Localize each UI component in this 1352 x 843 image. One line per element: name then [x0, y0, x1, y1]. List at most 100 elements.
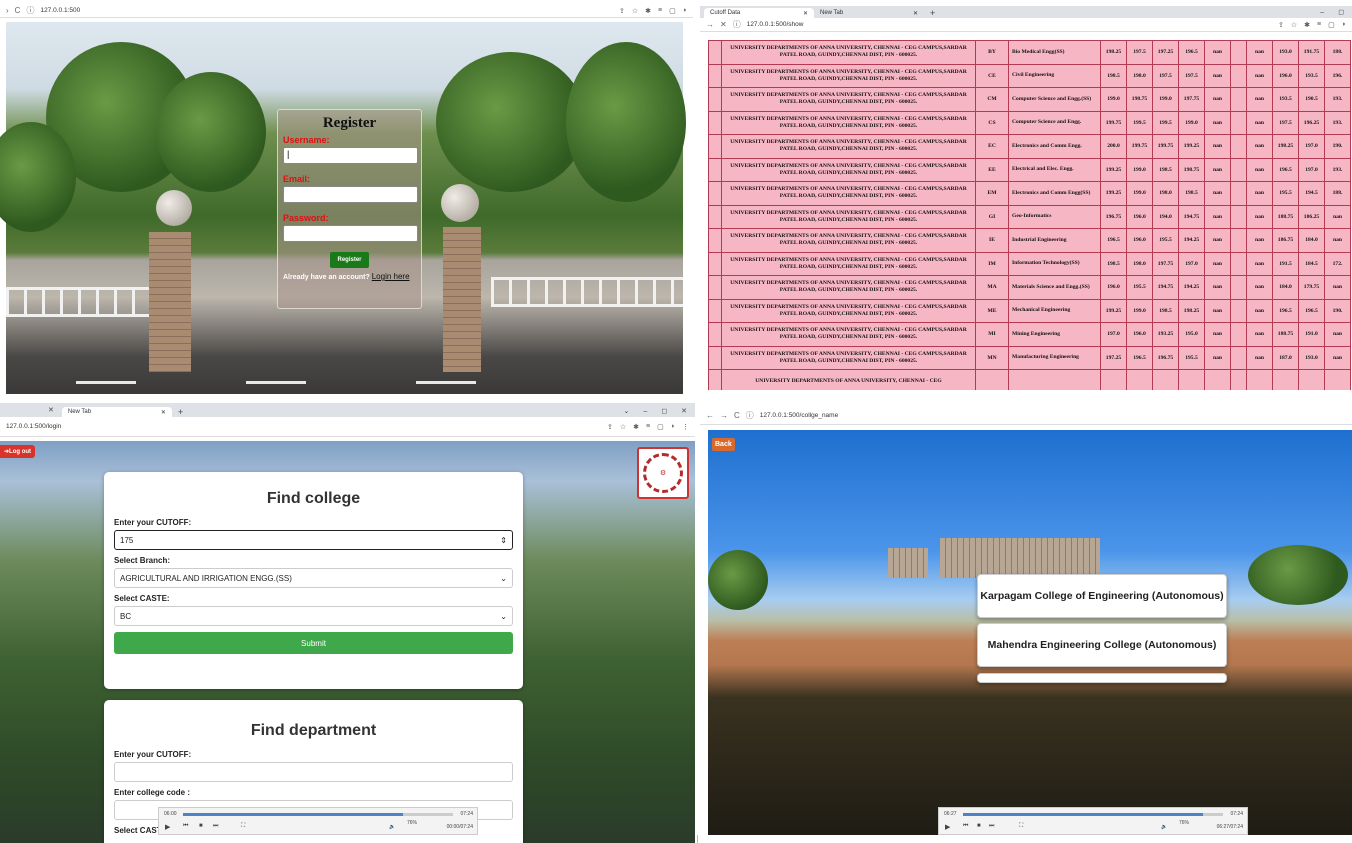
extensions-icon[interactable]: ✱ — [1304, 21, 1310, 29]
submit-button[interactable]: Submit — [114, 632, 513, 654]
address-bar[interactable]: ← → C ⓘ 127.0.0.1:500/collge_name — [700, 407, 1352, 425]
volume-icon[interactable]: 🔉 — [1161, 824, 1167, 830]
profile-icon[interactable]: ◗ — [671, 423, 675, 431]
forward-icon[interactable]: → — [720, 411, 728, 420]
extensions-icon[interactable]: ✱ — [645, 7, 651, 15]
next-icon[interactable]: ⏭ — [213, 823, 218, 830]
sidepanel-icon[interactable]: ▢ — [657, 423, 664, 431]
share-icon[interactable]: ⇪ — [1278, 21, 1284, 29]
username-input[interactable]: | — [283, 147, 418, 164]
address-bar[interactable]: 127.0.0.1:500/login ⇪ ☆ ✱ ≡ ▢ ◗ ⋮ — [0, 417, 695, 437]
new-tab-icon[interactable]: + — [172, 407, 189, 417]
extensions-icon[interactable]: ✱ — [633, 423, 639, 431]
table-cell: UNIVERSITY DEPARTMENTS OF ANNA UNIVERSIT… — [721, 204, 976, 229]
profile-icon[interactable]: ◗ — [683, 7, 687, 15]
table-cell: 190. — [1324, 298, 1351, 323]
chevron-down-icon[interactable]: ⌄ — [624, 407, 630, 417]
star-icon[interactable]: ☆ — [632, 7, 638, 15]
close-icon[interactable]: ✕ — [4, 405, 62, 417]
sidepanel-icon[interactable]: ▢ — [1328, 21, 1335, 29]
address-bar[interactable]: → ✕ ⓘ 127.0.0.1:500/show ⇪ ☆ ✱ ≡ ▢ ◗ — [700, 18, 1352, 32]
stop-icon[interactable]: ✕ — [720, 20, 727, 29]
table-cell: nan — [1246, 345, 1273, 370]
table-cell: UNIVERSITY DEPARTMENTS OF ANNA UNIVERSIT… — [721, 110, 976, 135]
back-arrow-icon[interactable]: ← — [706, 411, 714, 420]
previous-icon[interactable]: ⏮ — [963, 823, 968, 830]
table-cell: 194.25 — [1178, 228, 1205, 253]
share-icon[interactable]: ⇪ — [607, 423, 613, 431]
url-text[interactable]: 127.0.0.1:500 — [40, 7, 613, 14]
password-input[interactable] — [283, 225, 418, 242]
sidepanel-icon[interactable]: ▢ — [669, 7, 676, 15]
fullscreen-icon[interactable]: ⛶ — [1019, 823, 1023, 830]
close-icon[interactable]: ✕ — [161, 409, 166, 416]
stop-icon[interactable]: ■ — [977, 823, 981, 829]
caste-select[interactable]: BC ⌄ — [114, 606, 513, 626]
table-row: UNIVERSITY DEPARTMENTS OF ANNA UNIVERSIT… — [708, 251, 1351, 276]
table-cell — [1324, 369, 1351, 390]
tab-new[interactable]: New Tab ✕ — [814, 8, 924, 18]
college-result-2[interactable]: Mahendra Engineering College (Autonomous… — [977, 623, 1227, 667]
dept-cutoff-input[interactable] — [114, 762, 513, 782]
email-input[interactable] — [283, 186, 418, 203]
minimize-icon[interactable]: – — [643, 407, 647, 417]
forward-icon[interactable]: → — [706, 20, 714, 29]
logout-button[interactable]: ➜Log out — [0, 445, 36, 458]
playlist-icon[interactable]: ≡ — [658, 7, 662, 15]
table-cell: 186.75 — [1272, 228, 1299, 253]
cutoff-table-container[interactable]: UNIVERSITY DEPARTMENTS OF ANNA UNIVERSIT… — [708, 40, 1352, 390]
table-cell: nan — [1246, 157, 1273, 182]
minimize-icon[interactable]: – — [1320, 8, 1324, 18]
share-icon[interactable]: ⇪ — [619, 7, 625, 15]
table-cell: IE — [975, 228, 1009, 253]
profile-icon[interactable]: ◗ — [1342, 21, 1346, 29]
spinner-icon[interactable]: ⇕ — [500, 536, 507, 545]
star-icon[interactable]: ☆ — [1291, 21, 1297, 29]
tab-new[interactable]: New Tab ✕ — [61, 407, 172, 417]
chevron-down-icon: ⌄ — [500, 611, 507, 621]
star-icon[interactable]: ☆ — [620, 423, 626, 431]
college-result-3[interactable] — [977, 673, 1227, 683]
cutoff-input[interactable]: 175 ⇕ — [114, 530, 513, 550]
branch-select[interactable]: AGRICULTURAL AND IRRIGATION ENGG.(SS) ⌄ — [114, 568, 513, 588]
forward-icon[interactable]: › — [6, 6, 9, 15]
table-cell: 193.0 — [1272, 40, 1299, 65]
college-result-1[interactable]: Karpagam College of Engineering (Autonom… — [977, 574, 1227, 618]
new-tab-icon[interactable]: + — [924, 8, 941, 18]
table-cell: 193.5 — [1298, 63, 1325, 88]
stop-icon[interactable]: ■ — [199, 823, 203, 829]
table-cell: 199.0 — [1126, 181, 1153, 206]
url-text[interactable]: 127.0.0.1:500/login — [6, 423, 601, 430]
player-time-end: 07:24 — [460, 811, 473, 817]
back-button[interactable]: Back — [712, 438, 735, 451]
table-cell: nan — [1204, 251, 1231, 276]
reload-icon[interactable]: C — [15, 6, 21, 15]
url-text[interactable]: 127.0.0.1:500/collge_name — [760, 412, 1346, 419]
table-cell: 190.5 — [1298, 87, 1325, 112]
play-icon[interactable]: ▶ — [165, 823, 170, 831]
close-icon[interactable]: ✕ — [913, 10, 918, 17]
table-cell: 197.5 — [1152, 63, 1179, 88]
reload-icon[interactable]: C — [734, 411, 740, 420]
close-icon[interactable]: ✕ — [803, 10, 808, 17]
table-row: UNIVERSITY DEPARTMENTS OF ANNA UNIVERSIT… — [708, 134, 1351, 159]
close-window-icon[interactable]: ✕ — [681, 407, 687, 417]
table-cell: UNIVERSITY DEPARTMENTS OF ANNA UNIVERSIT… — [721, 40, 976, 65]
table-cell: Electronics and Comm Engg. — [1008, 134, 1101, 159]
playlist-icon[interactable]: ≡ — [1317, 21, 1321, 29]
menu-icon[interactable]: ⋮ — [682, 423, 689, 431]
url-text[interactable]: 127.0.0.1:500/show — [747, 21, 1272, 28]
next-icon[interactable]: ⏭ — [989, 823, 994, 830]
login-link[interactable]: Login here — [372, 272, 410, 281]
register-button[interactable]: Register — [330, 252, 369, 268]
address-bar[interactable]: › C ⓘ 127.0.0.1:500 ⇪ ☆ ✱ ≡ ▢ ◗ — [0, 4, 693, 18]
restore-icon[interactable]: ◻ — [1338, 8, 1344, 18]
volume-icon[interactable]: 🔉 — [389, 824, 395, 830]
previous-icon[interactable]: ⏮ — [183, 823, 188, 830]
tab-cutoff-data[interactable]: Cutoff Data ✕ — [704, 8, 814, 18]
play-icon[interactable]: ▶ — [945, 823, 950, 831]
register-window: › C ⓘ 127.0.0.1:500 ⇪ ☆ ✱ ≡ ▢ ◗ Register… — [0, 0, 693, 403]
restore-icon[interactable]: ◻ — [661, 407, 667, 417]
fullscreen-icon[interactable]: ⛶ — [241, 823, 245, 830]
playlist-icon[interactable]: ≡ — [646, 423, 650, 431]
